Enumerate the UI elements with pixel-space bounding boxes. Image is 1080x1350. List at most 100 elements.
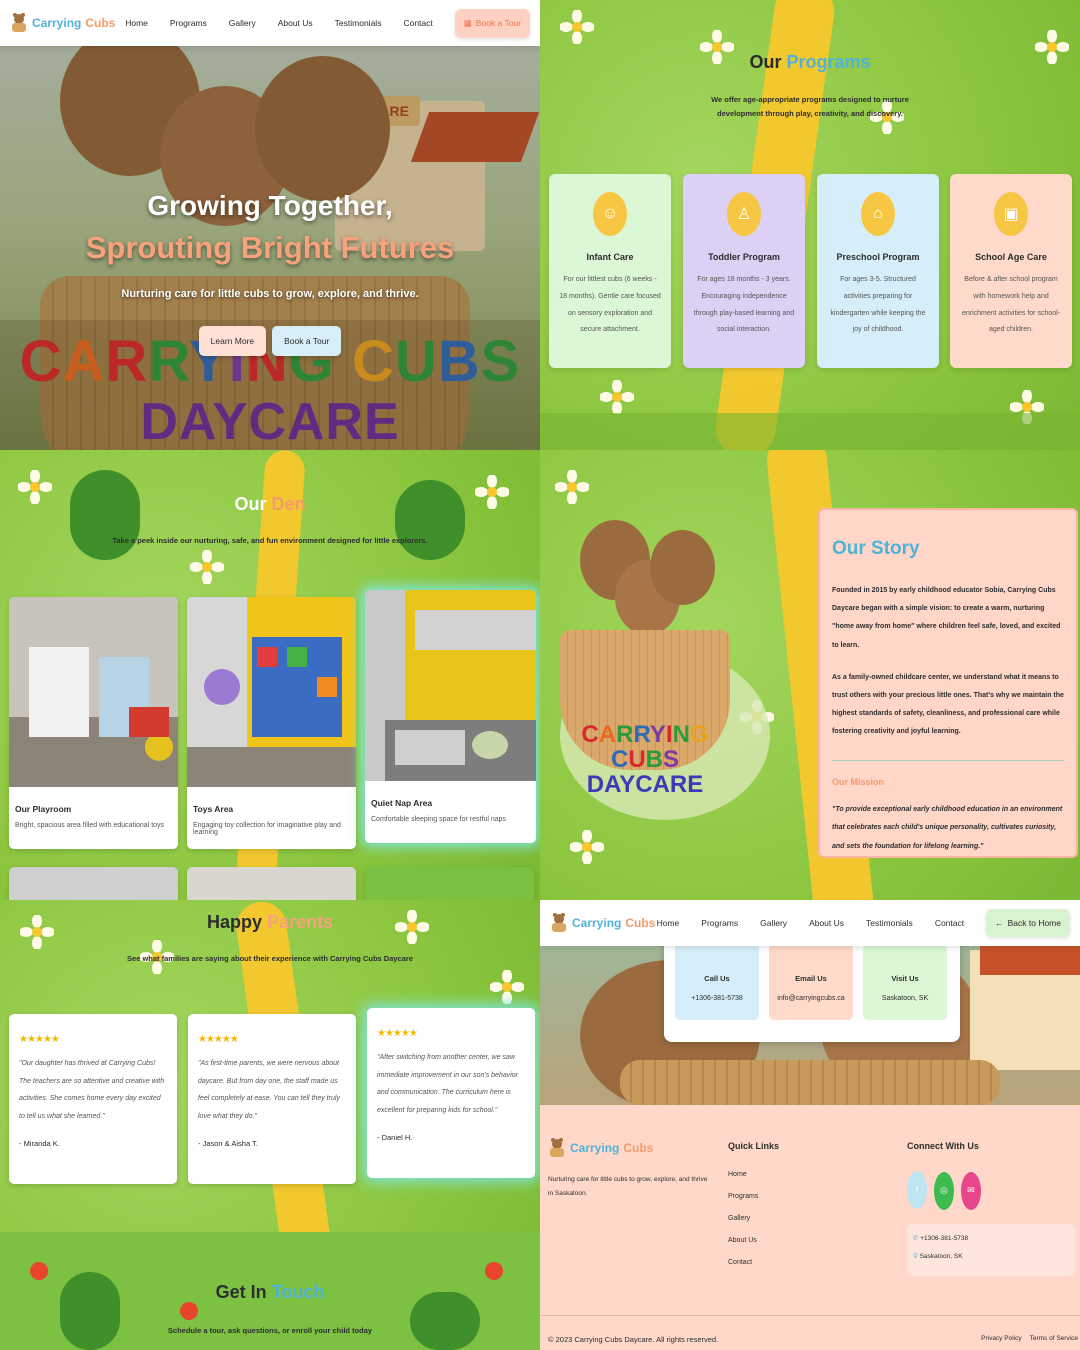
program-card-school-age[interactable]: ▣ School Age Care Before & after school …	[950, 174, 1072, 368]
gallery-card-partial[interactable]	[187, 867, 356, 900]
social-links: f ◎ ✉	[907, 1171, 1075, 1210]
brand-logo[interactable]: Carrying Cubs	[550, 912, 655, 934]
nav-programs[interactable]: Programs	[170, 18, 207, 28]
gallery-card-toys[interactable]: Toys Area Engaging toy collection for im…	[187, 597, 356, 849]
gallery-card-partial[interactable]	[365, 867, 534, 900]
nav-contact[interactable]: Contact	[403, 18, 432, 28]
flower-icon	[180, 1302, 198, 1320]
footer-link-contact[interactable]: Contact	[728, 1259, 779, 1266]
footer-link-gallery[interactable]: Gallery	[728, 1215, 779, 1222]
back-to-home-button[interactable]: ← Back to Home	[986, 909, 1070, 937]
gallery-subtitle: Take a peek inside our nurturing, safe, …	[112, 536, 428, 545]
hero-title-line1: Growing Together,	[147, 190, 393, 221]
five-stars-icon: ★★★★★	[198, 1034, 239, 1045]
gallery-title: Our Den	[234, 494, 306, 514]
story-paragraph-2: As a family-owned childcare center, we u…	[832, 673, 1064, 736]
testimonial-card: ★★★★★ "As first-time parents, we were ne…	[188, 1014, 356, 1184]
testimonials-section: Happy Parents See what families are sayi…	[0, 900, 540, 1350]
contact-title: Get In Touch	[215, 1282, 325, 1302]
gallery-card-partial[interactable]	[9, 867, 178, 900]
location-pin-icon: ⚲	[913, 1252, 918, 1260]
whatsapp-icon[interactable]: ◎	[933, 1171, 954, 1210]
daisy-icon	[490, 970, 524, 1004]
connect-title: Connect With Us	[907, 1141, 979, 1151]
five-stars-icon: ★★★★★	[19, 1034, 60, 1045]
nap-area-photo	[365, 590, 536, 781]
program-title: School Age Care	[975, 252, 1047, 262]
nav-home[interactable]: Home	[657, 918, 680, 928]
program-desc: For our littlest cubs (6 weeks - 18 mont…	[559, 276, 661, 334]
terms-link[interactable]: Terms of Service	[1030, 1335, 1078, 1344]
nav-links: Home Programs Gallery About Us Testimoni…	[657, 909, 1070, 937]
playroom-photo	[9, 597, 178, 787]
school-icon: ⌂	[861, 192, 895, 236]
contact-call-box[interactable]: Call Us +1306-381-5738	[675, 944, 759, 1020]
nav-testimonials[interactable]: Testimonials	[866, 918, 913, 928]
nav-links: Home Programs Gallery About Us Testimoni…	[125, 8, 530, 38]
footer-contact-box: ✆ +1306-381-5738 ⚲ Saskatoon, SK	[907, 1223, 1075, 1276]
brand-logo[interactable]: Carrying Cubs	[10, 12, 115, 34]
testimonial-author: - Daniel H.	[377, 1133, 413, 1142]
program-desc: Before & after school program with homew…	[961, 276, 1061, 334]
nav-about[interactable]: About Us	[278, 18, 313, 28]
nav-programs[interactable]: Programs	[701, 918, 738, 928]
five-stars-icon: ★★★★★	[377, 1028, 418, 1039]
navbar: Carrying Cubs Home Programs Gallery Abou…	[0, 0, 540, 46]
gallery-card-nap-area[interactable]: Quiet Nap Area Comfortable sleeping spac…	[365, 590, 536, 843]
footer-logo[interactable]: Carrying Cubs	[548, 1137, 708, 1159]
daisy-icon	[190, 550, 224, 584]
email-icon[interactable]: ✉	[960, 1171, 981, 1210]
contact-subtitle: Schedule a tour, ask questions, or enrol…	[167, 1326, 373, 1335]
baby-icon: ☺	[593, 192, 627, 236]
hero-book-tour-button[interactable]: Book a Tour	[272, 326, 342, 356]
nav-gallery[interactable]: Gallery	[229, 18, 256, 28]
hero-subtitle: Nurturing care for little cubs to grow, …	[121, 288, 419, 300]
testimonials-title: Happy Parents	[206, 912, 334, 932]
testimonial-quote: "As first-time parents, we were nervous …	[198, 1060, 340, 1120]
hero-title-line2: Sprouting Bright Futures	[85, 230, 455, 265]
testimonial-author: - Jason & Aisha T.	[198, 1139, 258, 1148]
privacy-policy-link[interactable]: Privacy Policy	[981, 1335, 1021, 1344]
story-title: Our Story	[832, 538, 920, 559]
call-label: Call Us	[704, 974, 730, 983]
nav-testimonials[interactable]: Testimonials	[335, 18, 382, 28]
contact-visit-box[interactable]: Visit Us Saskatoon, SK	[863, 944, 947, 1020]
footer-link-home[interactable]: Home	[728, 1171, 779, 1178]
daisy-icon	[555, 470, 589, 504]
testimonial-quote: "After switching from another center, we…	[377, 1054, 519, 1114]
location-value: Saskatoon, SK	[881, 995, 929, 1002]
nav-about[interactable]: About Us	[809, 918, 844, 928]
program-card-infant[interactable]: ☺ Infant Care For our littlest cubs (6 w…	[549, 174, 671, 368]
book-tour-button[interactable]: ▦ Book a Tour	[454, 8, 530, 38]
flower-icon	[30, 1262, 48, 1280]
footer-link-programs[interactable]: Programs	[728, 1193, 779, 1200]
gallery-card-playroom[interactable]: Our Playroom Bright, spacious area fille…	[9, 597, 178, 849]
nav-home[interactable]: Home	[125, 18, 148, 28]
child-icon: ♙	[727, 192, 761, 236]
book-tour-label: Book a Tour	[475, 18, 521, 28]
program-card-toddler[interactable]: ♙ Toddler Program For ages 18 months - 3…	[683, 174, 805, 368]
program-card-preschool[interactable]: ⌂ Preschool Program For ages 3-5. Struct…	[817, 174, 939, 368]
copyright: © 2023 Carrying Cubs Daycare. All rights…	[548, 1335, 719, 1344]
testimonial-card: ★★★★★ "After switching from another cent…	[367, 1008, 535, 1178]
nav-contact[interactable]: Contact	[935, 918, 964, 928]
daisy-icon	[570, 830, 604, 864]
daisy-icon	[560, 10, 594, 44]
phone-icon: ✆	[913, 1234, 919, 1242]
footer-link-about[interactable]: About Us	[728, 1237, 779, 1244]
program-title: Preschool Program	[836, 252, 920, 262]
testimonial-author: - Miranda K.	[19, 1139, 60, 1148]
bear-logo-icon	[552, 913, 566, 932]
contact-email-box[interactable]: Email Us info@carryingcubs.ca	[769, 944, 853, 1020]
bear-logo-icon	[550, 1138, 564, 1157]
footer-tagline: Nurturing care for little cubs to grow, …	[548, 1176, 708, 1198]
program-desc: For ages 3-5. Structured activities prep…	[830, 276, 926, 334]
nav-gallery[interactable]: Gallery	[760, 918, 787, 928]
facebook-icon[interactable]: f	[907, 1171, 927, 1209]
gallery-section: Our Den Take a peek inside our nurturing…	[0, 450, 540, 900]
footer: Carrying Cubs Nurturing care for little …	[540, 1105, 1080, 1350]
programs-subtitle: We offer age-appropriate programs design…	[711, 95, 909, 119]
hero-buttons: Learn More Book a Tour	[0, 326, 540, 356]
learn-more-button[interactable]: Learn More	[198, 326, 267, 356]
visit-label: Visit Us	[891, 974, 919, 983]
